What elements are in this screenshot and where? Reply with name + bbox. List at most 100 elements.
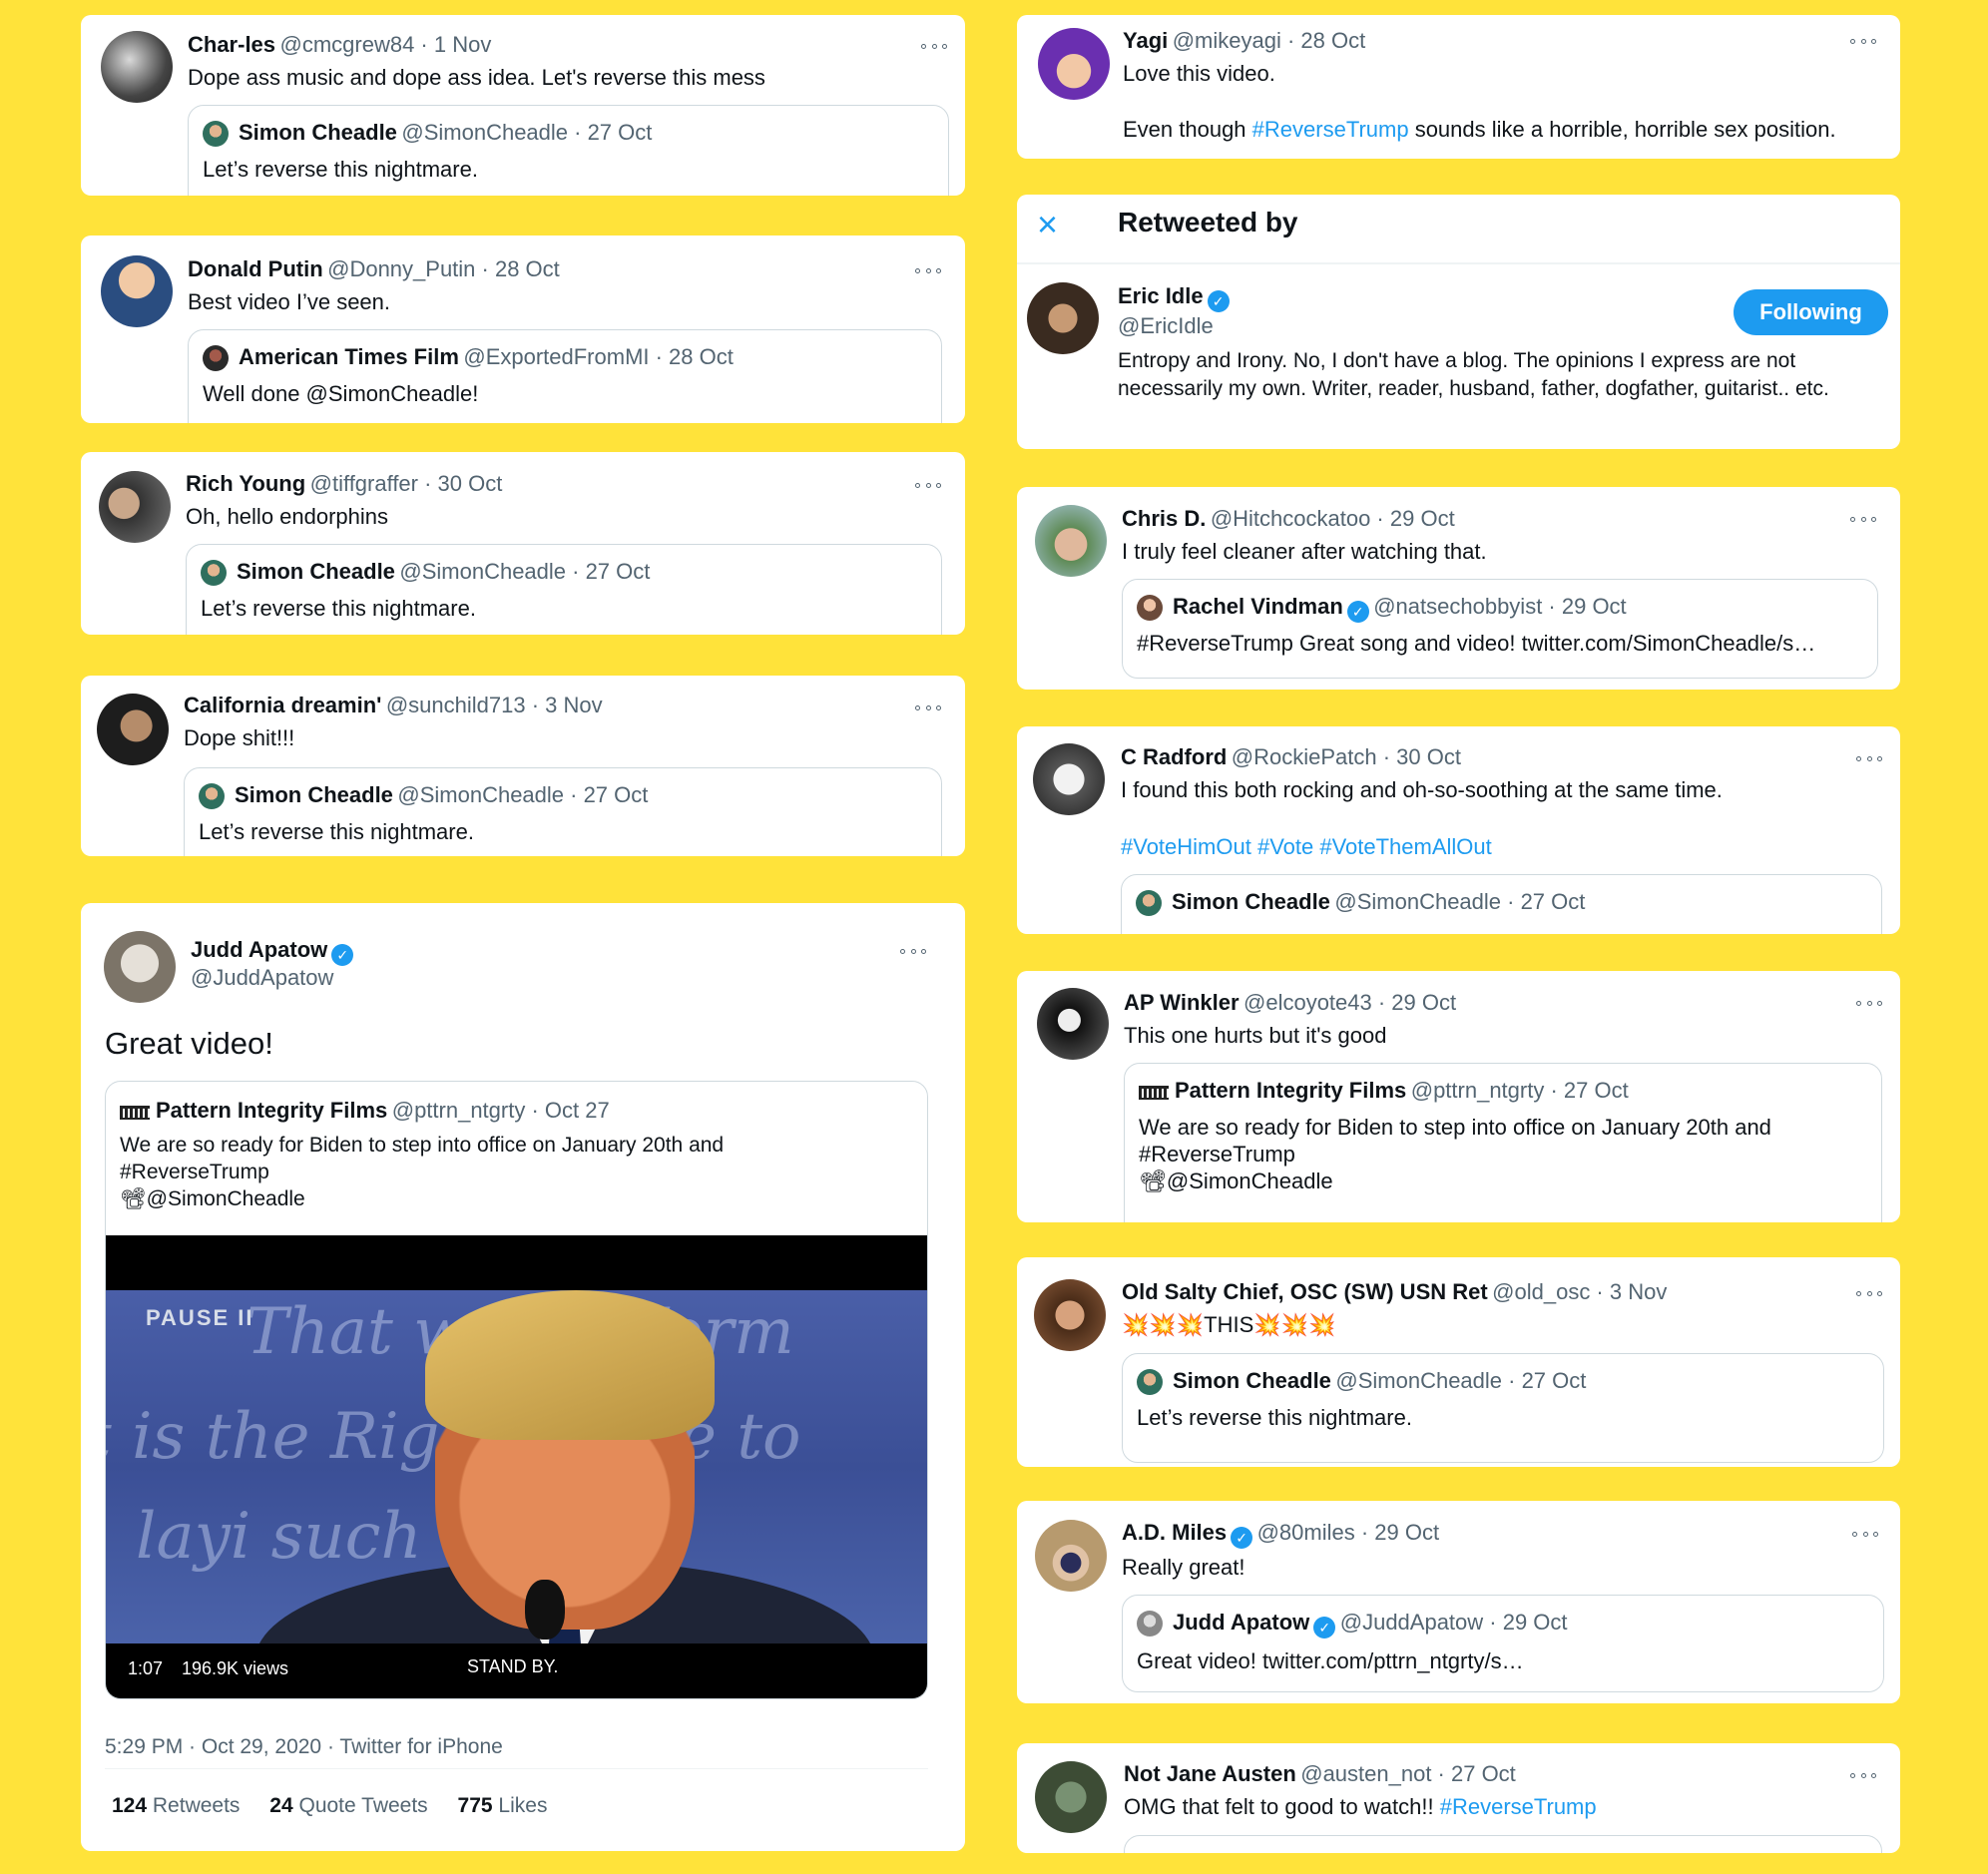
quote-text: Great video! twitter.com/pttrn_ntgrty/s… <box>1137 1648 1524 1673</box>
quoted-tweet[interactable]: American Times Film @ExportedFromMI · 28… <box>188 329 942 423</box>
more-dots-icon[interactable] <box>921 42 947 50</box>
user-name[interactable]: Eric Idle <box>1118 283 1204 308</box>
more-dots-icon[interactable] <box>900 947 926 955</box>
author-name[interactable]: AP Winkler <box>1124 990 1240 1015</box>
author-name[interactable]: Not Jane Austen <box>1124 1761 1296 1786</box>
likes-stat[interactable]: 775 Likes <box>458 1794 548 1817</box>
author-handle[interactable]: @old_osc · 3 Nov <box>1492 1279 1667 1304</box>
author-name[interactable]: C Radford <box>1121 744 1227 769</box>
divider <box>105 1768 928 1769</box>
avatar[interactable] <box>1035 505 1107 577</box>
avatar[interactable] <box>101 31 173 103</box>
author-handle[interactable]: @tiffgraffer · 30 Oct <box>310 471 503 496</box>
divider <box>1017 262 1900 264</box>
reply-tweet-old-salty-chief[interactable]: Old Salty Chief, OSC (SW) USN Ret @old_o… <box>1017 1257 1900 1467</box>
author-name[interactable]: A.D. Miles <box>1122 1520 1227 1545</box>
reply-tweet-not-jane-austen[interactable]: Not Jane Austen @austen_not · 27 Oct OMG… <box>1017 1743 1900 1853</box>
hashtag-link[interactable]: #ReverseTrump <box>1252 117 1409 142</box>
quoted-tweet[interactable]: Pattern Integrity Films @pttrn_ntgrty · … <box>105 1081 928 1699</box>
avatar[interactable] <box>99 471 171 543</box>
author-name[interactable]: Judd Apatow <box>191 937 327 962</box>
retweets-stat[interactable]: 124 Retweets <box>112 1794 240 1817</box>
reply-tweet-charles[interactable]: Char-les @cmcgrew84 · 1 Nov Dope ass mus… <box>81 15 965 196</box>
quoted-tweet[interactable]: Simon Cheadle @SimonCheadle · 27 Oct Let… <box>186 544 942 635</box>
author-handle[interactable]: @JuddApatow <box>191 965 333 991</box>
tweet-text: Oh, hello endorphins <box>186 504 389 529</box>
author-handle[interactable]: @80miles · 29 Oct <box>1257 1520 1440 1545</box>
more-dots-icon[interactable] <box>1850 37 1876 45</box>
avatar[interactable] <box>1037 988 1109 1060</box>
author-handle[interactable]: @RockiePatch · 30 Oct <box>1232 744 1461 769</box>
author-handle[interactable]: @austen_not · 27 Oct <box>1300 1761 1516 1786</box>
avatar[interactable] <box>97 694 169 765</box>
reply-tweet-c-radford[interactable]: C Radford @RockiePatch · 30 Oct I found … <box>1017 726 1900 934</box>
quote-author-name: Simon Cheadle <box>239 120 397 145</box>
more-dots-icon[interactable] <box>1852 1530 1878 1538</box>
author-handle[interactable]: @Donny_Putin · 28 Oct <box>327 256 560 281</box>
author-handle[interactable]: @Hitchcockatoo · 29 Oct <box>1211 506 1455 531</box>
reply-tweet-california-dreamin[interactable]: California dreamin' @sunchild713 · 3 Nov… <box>81 676 965 856</box>
verified-badge-icon: ✓ <box>1207 290 1230 312</box>
author-name[interactable]: Old Salty Chief, OSC (SW) USN Ret <box>1122 1279 1488 1304</box>
video-frame[interactable]: That w any Form t is the Righ People to … <box>106 1290 927 1643</box>
more-dots-icon[interactable] <box>915 481 941 489</box>
author-name[interactable]: Donald Putin <box>188 256 323 281</box>
quote-text-line: 📽@SimonCheadle <box>1139 1169 1333 1193</box>
more-dots-icon[interactable] <box>1850 1771 1876 1779</box>
reply-tweet-ap-winkler[interactable]: AP Winkler @elcoyote43 · 29 Oct This one… <box>1017 971 1900 1222</box>
more-dots-icon[interactable] <box>1856 754 1882 762</box>
quote-tweets-stat[interactable]: 24 Quote Tweets <box>269 1794 427 1817</box>
quote-author-name: Judd Apatow <box>1173 1610 1310 1635</box>
avatar[interactable] <box>1035 1761 1107 1833</box>
more-dots-icon[interactable] <box>1856 999 1882 1007</box>
author-name[interactable]: Char-les <box>188 32 275 57</box>
quoted-tweet[interactable]: Simon Cheadle @SimonCheadle · 27 Oct Let… <box>188 105 949 196</box>
quote-author-handle: @SimonCheadle · 27 Oct <box>399 559 651 584</box>
quoted-tweet[interactable]: Simon Cheadle @SimonCheadle · 27 Oct Let… <box>184 767 942 856</box>
following-button[interactable]: Following <box>1734 289 1888 335</box>
author-handle[interactable]: @sunchild713 · 3 Nov <box>386 693 603 717</box>
avatar[interactable] <box>1035 1520 1107 1592</box>
quote-text: Well done @SimonCheadle! <box>203 381 479 406</box>
reply-tweet-ad-miles[interactable]: A.D. Miles ✓ @80miles · 29 Oct Really gre… <box>1017 1501 1900 1703</box>
pattern-integrity-logo <box>1139 1086 1169 1100</box>
avatar[interactable] <box>1027 282 1099 354</box>
author-name[interactable]: Rich Young <box>186 471 305 496</box>
avatar[interactable] <box>1038 28 1110 100</box>
more-dots-icon[interactable] <box>1856 1289 1882 1297</box>
author-name[interactable]: Chris D. <box>1122 506 1206 531</box>
quoted-tweet[interactable]: Simon Cheadle @SimonCheadle · 27 Oct <box>1121 874 1882 934</box>
author-handle[interactable]: @cmcgrew84 · 1 Nov <box>280 32 492 57</box>
quoted-tweet[interactable]: Simon Cheadle @SimonCheadle · 27 Oct Let… <box>1122 1353 1884 1463</box>
more-dots-icon[interactable] <box>1850 515 1876 523</box>
tweet-text: 💥💥💥THIS💥💥💥 <box>1122 1312 1336 1337</box>
author-handle[interactable]: @mikeyagi · 28 Oct <box>1173 28 1366 53</box>
avatar[interactable] <box>101 255 173 327</box>
quoted-tweet[interactable]: Judd Apatow ✓ @JuddApatow · 29 Oct Great … <box>1122 1595 1884 1692</box>
hashtag-links[interactable]: #VoteHimOut #Vote #VoteThemAllOut <box>1121 833 1492 861</box>
quoted-tweet[interactable]: Rachel Vindman ✓ @natsechobbyist · 29 Oct… <box>1122 579 1878 679</box>
author-name[interactable]: Yagi <box>1123 28 1168 53</box>
main-tweet-judd-apatow[interactable]: Judd Apatow ✓ @JuddApatow Great video! Pa… <box>81 903 965 1851</box>
reply-tweet-rich-young[interactable]: Rich Young @tiffgraffer · 30 Oct Oh, hel… <box>81 452 965 635</box>
avatar[interactable] <box>104 931 176 1003</box>
hashtag-link[interactable]: #ReverseTrump <box>1440 1794 1597 1819</box>
quote-author-name: Simon Cheadle <box>1172 889 1330 914</box>
avatar <box>203 121 229 147</box>
quoted-tweet[interactable] <box>1124 1835 1882 1853</box>
author-name[interactable]: California dreamin' <box>184 693 381 717</box>
more-dots-icon[interactable] <box>915 266 941 274</box>
quote-author-handle: @ExportedFromMI · 28 Oct <box>463 344 734 369</box>
user-handle[interactable]: @EricIdle <box>1118 313 1214 339</box>
reply-tweet-yagi[interactable]: Yagi @mikeyagi · 28 Oct Love this video.… <box>1017 15 1900 159</box>
reply-tweet-chris-d[interactable]: Chris D. @Hitchcockatoo · 29 Oct I truly… <box>1017 487 1900 690</box>
quoted-tweet[interactable]: Pattern Integrity Films @pttrn_ntgrty · … <box>1124 1063 1882 1222</box>
video-player[interactable]: That w any Form t is the Righ People to … <box>106 1235 927 1698</box>
reply-tweet-donald-putin[interactable]: Donald Putin @Donny_Putin · 28 Oct Best … <box>81 235 965 423</box>
avatar[interactable] <box>1034 1279 1106 1351</box>
author-handle[interactable]: @elcoyote43 · 29 Oct <box>1243 990 1456 1015</box>
close-icon[interactable]: × <box>1037 207 1058 242</box>
tweet-timestamp[interactable]: 5:29 PM · Oct 29, 2020 · Twitter for iPh… <box>105 1735 503 1759</box>
avatar[interactable] <box>1033 743 1105 815</box>
more-dots-icon[interactable] <box>915 703 941 711</box>
